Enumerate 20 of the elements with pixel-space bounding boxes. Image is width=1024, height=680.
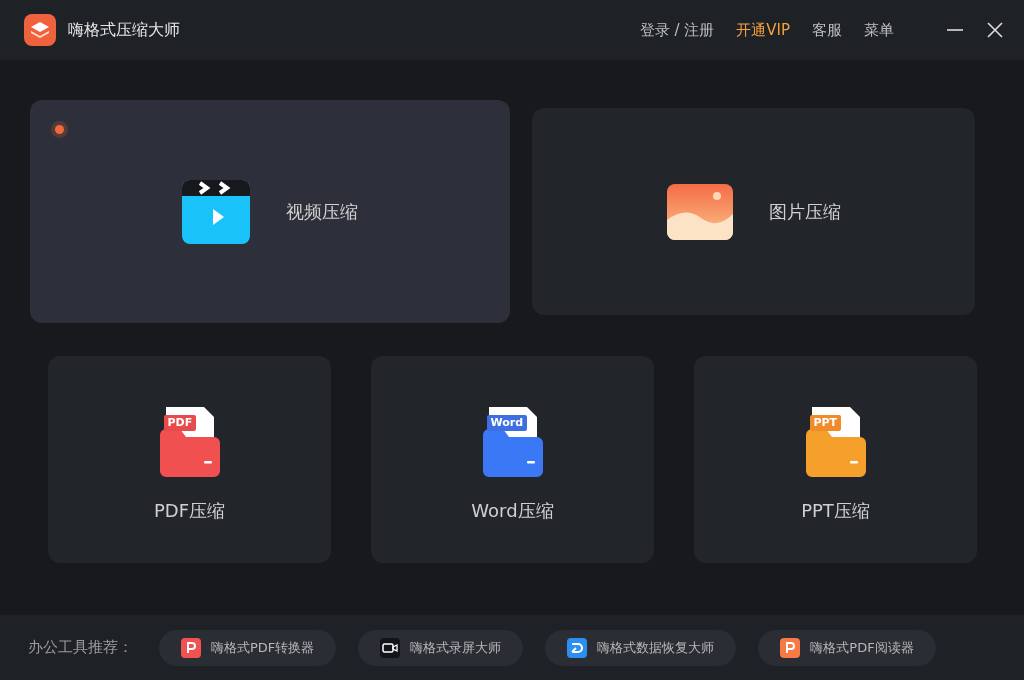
- nav-link[interactable]: 登录 / 注册: [639, 20, 715, 40]
- nav-link[interactable]: 客服: [812, 20, 842, 40]
- compress-card[interactable]: PPT PPT压缩: [694, 356, 977, 563]
- card-label: 图片压缩: [768, 199, 841, 224]
- nav-link[interactable]: 开通VIP: [736, 20, 790, 40]
- compress-card[interactable]: 图片压缩: [532, 108, 975, 315]
- card-label: PPT压缩: [801, 498, 870, 523]
- tool-link[interactable]: 嗨格式PDF转换器: [159, 629, 337, 666]
- tool-link[interactable]: 嗨格式PDF阅读器: [758, 629, 936, 666]
- tool-link[interactable]: 嗨格式数据恢复大师: [545, 629, 737, 666]
- compress-card[interactable]: 视频压缩: [30, 100, 510, 323]
- window-title: 嗨格式压缩大师: [68, 19, 180, 41]
- compress-card[interactable]: PDF PDF压缩: [48, 356, 331, 563]
- tool-link[interactable]: 嗨格式录屏大师: [358, 629, 524, 666]
- compress-card[interactable]: Word Word压缩: [371, 356, 654, 563]
- card-label: 视频压缩: [286, 199, 358, 224]
- card-label: Word压缩: [471, 498, 554, 523]
- nav-link[interactable]: 菜单: [864, 20, 894, 40]
- card-label: PDF压缩: [153, 498, 226, 523]
- footer-label: 办公工具推荐：: [28, 638, 133, 657]
